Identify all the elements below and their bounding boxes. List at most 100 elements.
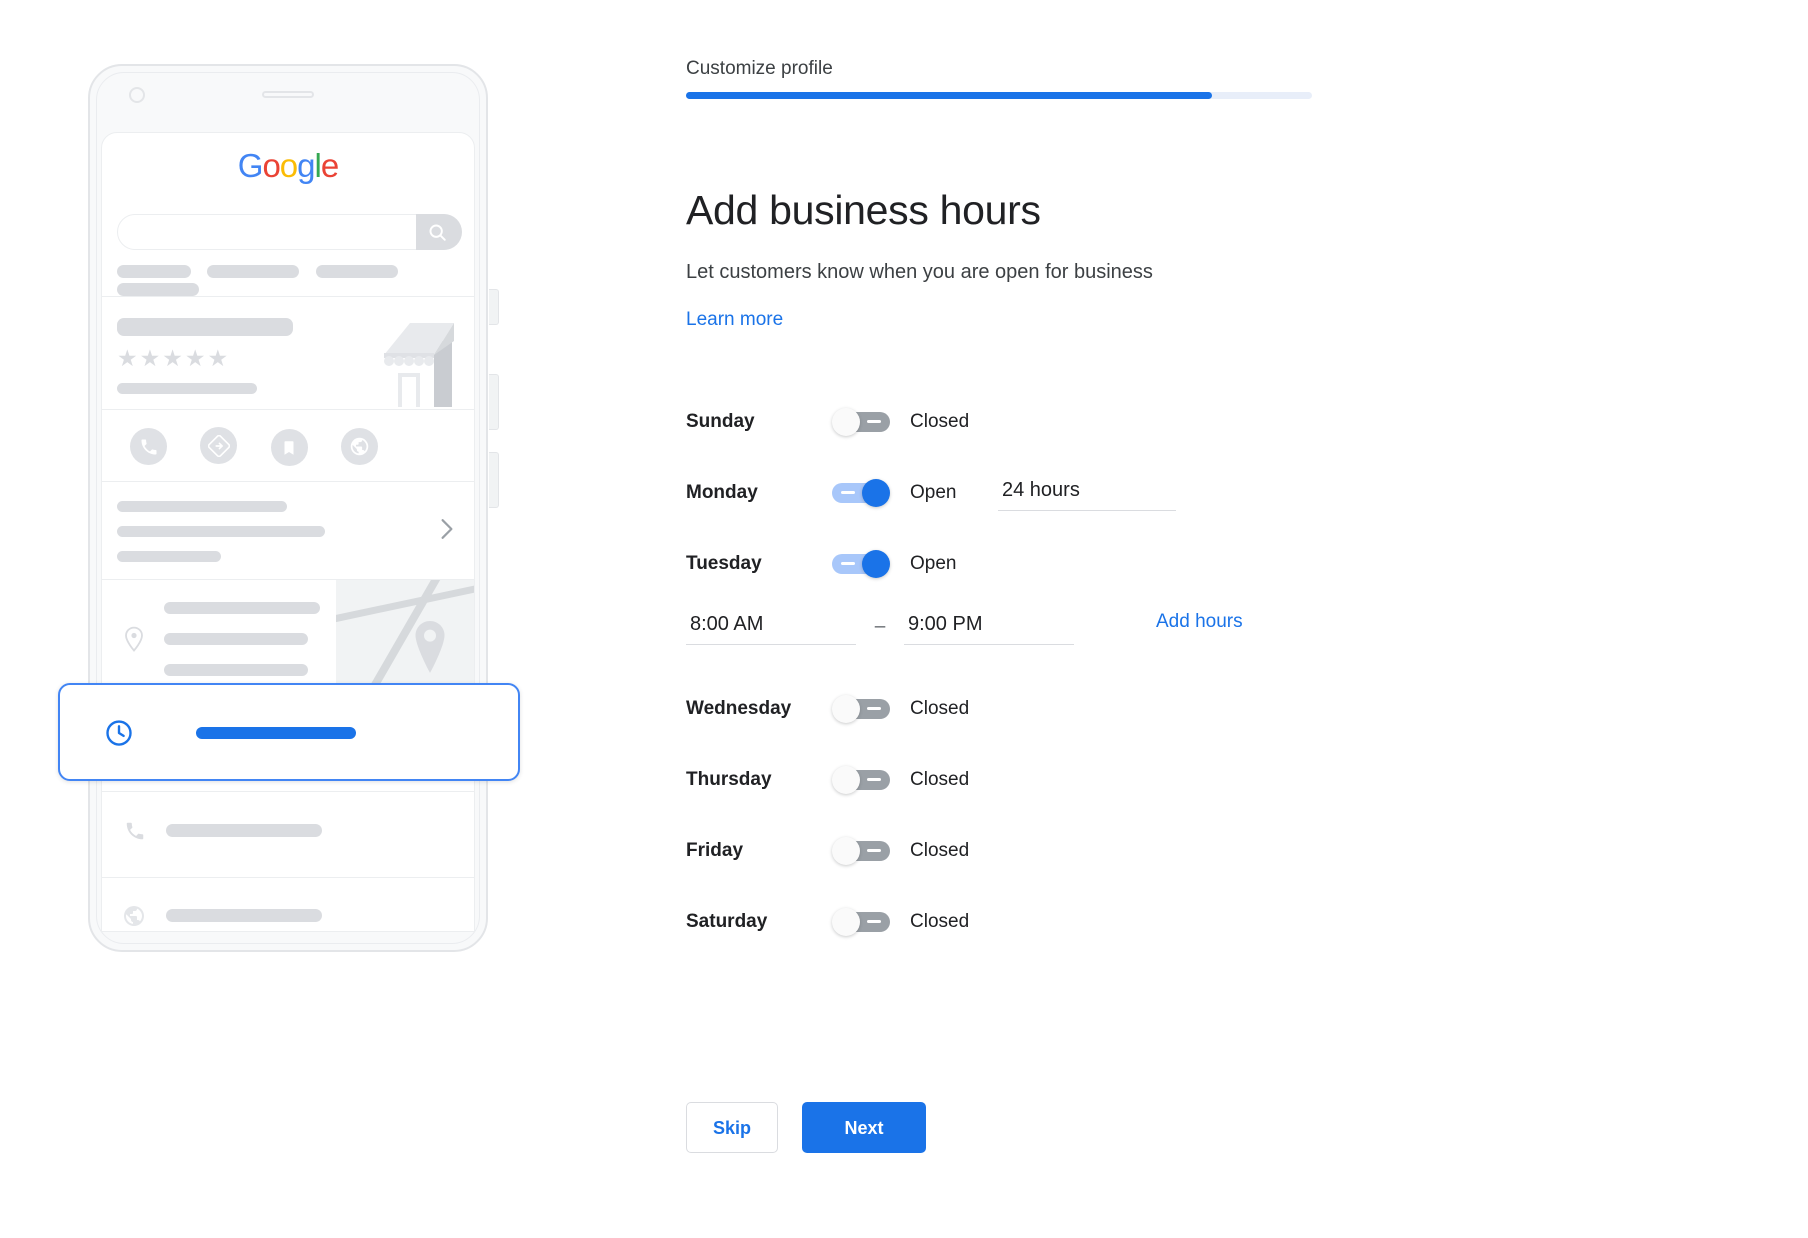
next-button[interactable]: Next: [802, 1102, 927, 1153]
day-row-tuesday: Tuesday Open: [686, 528, 1326, 599]
progress-bar-track: [686, 92, 1312, 99]
day-label: Saturday: [686, 910, 768, 932]
chevron-right-icon: [441, 519, 453, 539]
toggle-dash: [841, 562, 855, 565]
google-logo-letter: e: [320, 147, 339, 184]
day-state-label: Closed: [910, 768, 970, 790]
toggle-wednesday[interactable]: [832, 694, 890, 723]
preview-phone-row: [102, 791, 474, 878]
google-logo-letter: G: [237, 147, 264, 184]
day-state-label: Closed: [910, 839, 970, 861]
toggle-knob: [832, 407, 860, 436]
preview-search-bar: [117, 213, 462, 250]
toggle-knob: [862, 549, 890, 578]
placeholder-line: [164, 602, 320, 614]
toggle-friday[interactable]: [832, 836, 890, 865]
toggle-dash: [841, 491, 855, 494]
placeholder-line: [166, 909, 322, 922]
skip-button[interactable]: Skip: [686, 1102, 779, 1153]
phone-side-button-2: [489, 374, 499, 430]
toggle-dash: [867, 920, 881, 923]
google-logo-letter: g: [297, 147, 315, 184]
placeholder-line: [117, 526, 325, 537]
toggle-knob: [832, 907, 860, 936]
day-label: Sunday: [686, 410, 755, 432]
form-actions: Skip Next: [686, 1102, 927, 1153]
day-row-wednesday: Wednesday Closed: [686, 673, 1326, 744]
day-state-label: Open: [910, 481, 957, 503]
step-label: Customize profile: [686, 58, 833, 79]
day-label: Friday: [686, 839, 744, 861]
phone-screen: Google ★★★★★: [101, 132, 475, 932]
bookmark-icon: [270, 429, 308, 466]
rating-stars: ★★★★★: [117, 345, 231, 371]
google-logo-letter: o: [279, 147, 298, 184]
business-hours-list: Sunday Closed Monday Open Tuesday: [686, 386, 1326, 957]
day-row-thursday: Thursday Closed: [686, 744, 1326, 815]
day-state-label: Open: [910, 552, 957, 574]
toggle-thursday[interactable]: [832, 765, 890, 794]
placeholder-line: [166, 824, 322, 837]
placeholder-chip: [117, 283, 199, 297]
tuesday-open-time-input[interactable]: [686, 609, 856, 645]
day-label: Tuesday: [686, 552, 762, 574]
tuesday-close-time-input[interactable]: [904, 609, 1074, 645]
storefront-icon: [384, 323, 454, 407]
search-button-cap: [415, 213, 462, 250]
directions-icon: [200, 427, 238, 464]
placeholder-line: [117, 501, 287, 512]
preview-action-row: [102, 409, 474, 482]
toggle-saturday[interactable]: [832, 907, 890, 936]
toggle-monday[interactable]: [832, 478, 890, 507]
page-title: Add business hours: [686, 187, 1041, 234]
tuesday-time-range-row: – Add hours: [686, 599, 1326, 655]
monday-hours-input[interactable]: [998, 474, 1176, 511]
placeholder-line: [164, 664, 308, 676]
toggle-knob: [832, 836, 860, 865]
toggle-knob: [832, 765, 860, 794]
day-label: Wednesday: [686, 697, 792, 719]
toggle-dash: [867, 707, 881, 710]
day-label: Thursday: [686, 768, 772, 790]
map-pin-icon: [125, 626, 143, 652]
placeholder-line: [164, 633, 308, 645]
placeholder-subtitle-bar: [117, 383, 257, 394]
toggle-knob: [862, 478, 890, 507]
toggle-dash: [867, 420, 881, 423]
day-row-friday: Friday Closed: [686, 815, 1326, 886]
phone-icon: [126, 822, 144, 840]
phone-preview-illustration: Google ★★★★★: [0, 0, 680, 1238]
placeholder-line: [117, 551, 221, 562]
day-state-label: Closed: [910, 697, 970, 719]
day-row-sunday: Sunday Closed: [686, 386, 1326, 457]
preview-website-row: [102, 877, 474, 931]
day-state-label: Closed: [910, 410, 970, 432]
placeholder-chip: [117, 265, 191, 279]
add-hours-link[interactable]: Add hours: [1156, 611, 1243, 633]
toggle-knob: [832, 694, 860, 723]
preview-chip-row: [117, 263, 474, 299]
toggle-dash: [867, 849, 881, 852]
placeholder-title-bar: [117, 318, 293, 336]
preview-business-summary: ★★★★★: [102, 296, 474, 410]
day-label: Monday: [686, 481, 758, 503]
placeholder-chip: [207, 265, 300, 279]
globe-icon: [124, 906, 144, 926]
phone-camera-icon: [129, 87, 145, 103]
globe-icon: [341, 427, 379, 465]
placeholder-chip: [315, 265, 398, 279]
toggle-sunday[interactable]: [832, 407, 890, 436]
toggle-tuesday[interactable]: [832, 549, 890, 578]
learn-more-link[interactable]: Learn more: [686, 309, 783, 331]
time-range-separator: –: [874, 616, 886, 637]
highlighted-hours-card: [58, 683, 520, 781]
toggle-dash: [867, 778, 881, 781]
google-logo: Google: [102, 133, 474, 185]
phone-side-button-1: [489, 289, 499, 325]
phone-icon: [130, 428, 167, 465]
progress-bar-fill: [686, 92, 1212, 99]
map-pin-icon: [415, 621, 445, 673]
highlighted-hours-bar: [196, 727, 356, 739]
day-state-label: Closed: [910, 910, 970, 932]
page-subtitle: Let customers know when you are open for…: [686, 261, 1153, 283]
